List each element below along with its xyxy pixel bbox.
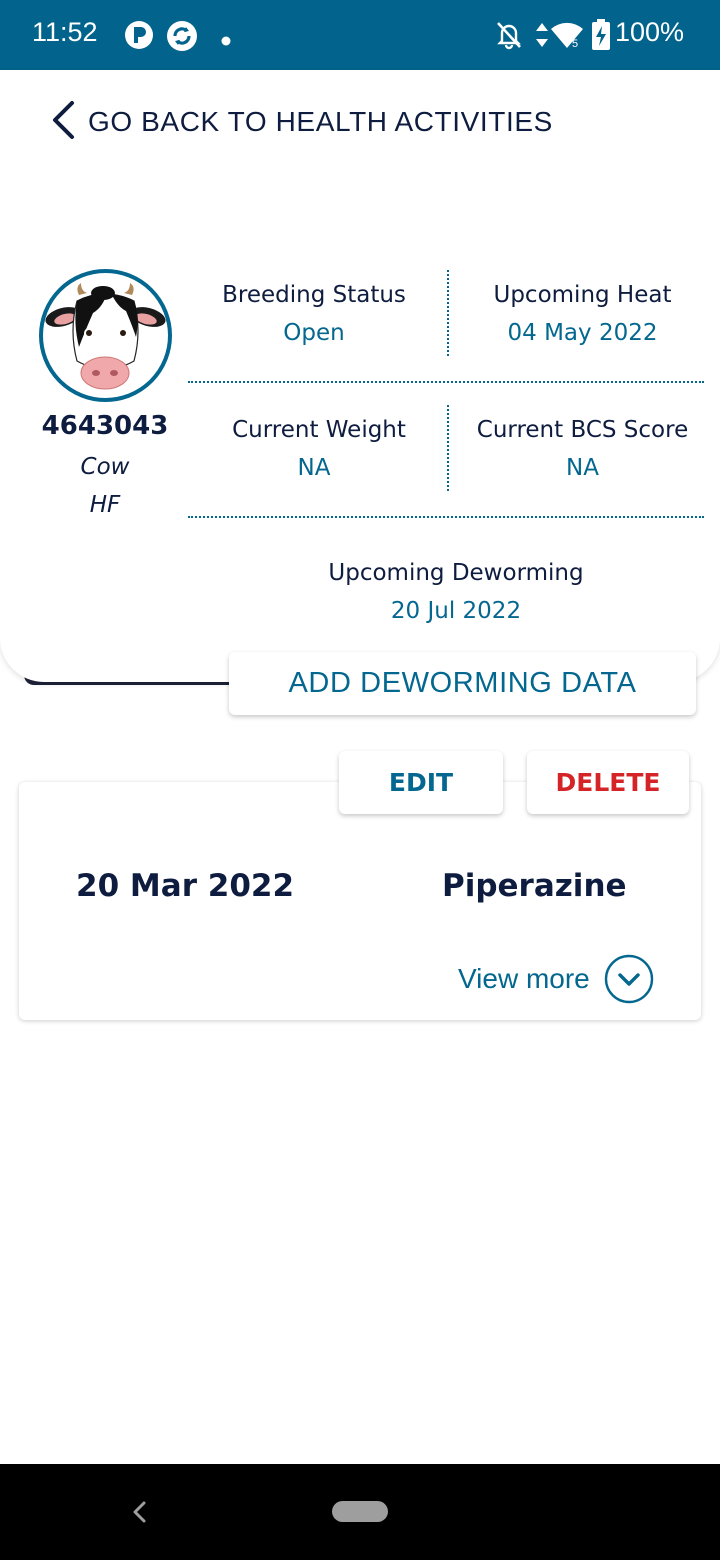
animal-id: 4643043 — [41, 411, 169, 441]
data-arrows-icon — [535, 22, 549, 52]
screen: 11:52 5 100% GO BACK TO HEALTH ACTIVITIE… — [0, 0, 720, 1560]
current-weight-label: Current Weight — [232, 417, 406, 443]
upcoming-heat-value: 04 May 2022 — [507, 320, 658, 346]
nav-home-pill[interactable] — [332, 1501, 388, 1522]
edit-button[interactable]: EDIT — [339, 751, 503, 814]
current-bcs-label: Current BCS Score — [476, 417, 689, 443]
stat-row-divider — [188, 516, 704, 518]
upcoming-heat-label: Upcoming Heat — [493, 282, 672, 308]
svg-text:5: 5 — [572, 38, 578, 50]
breeding-status-value: Open — [283, 320, 345, 346]
chevron-left-icon — [50, 100, 76, 144]
current-bcs-value: NA — [566, 455, 599, 481]
record-drug-name: Piperazine — [442, 868, 627, 904]
battery-charging-icon — [591, 19, 611, 55]
view-more-label: View more — [458, 963, 590, 994]
battery-percentage: 100% — [614, 17, 684, 47]
bell-off-icon — [495, 20, 523, 54]
upcoming-deworming-value: 20 Jul 2022 — [390, 598, 522, 624]
current-weight-value: NA — [297, 455, 331, 481]
add-deworming-data-button[interactable]: ADD DEWORMING DATA — [229, 652, 696, 715]
wifi-icon: 5 — [550, 20, 584, 54]
app-sync-icon — [166, 20, 198, 56]
cow-face-icon — [45, 283, 166, 390]
delete-button[interactable]: DELETE — [527, 751, 689, 814]
status-time: 11:52 — [32, 17, 98, 47]
back-link-label: GO BACK TO HEALTH ACTIVITIES — [88, 106, 553, 137]
animal-breed: HF — [89, 492, 121, 518]
status-bar: 11:52 5 100% — [0, 0, 720, 70]
upcoming-deworming-label: Upcoming Deworming — [328, 560, 584, 586]
back-to-health-activities-link[interactable]: GO BACK TO HEALTH ACTIVITIES — [50, 100, 553, 144]
record-date: 20 Mar 2022 — [76, 868, 295, 904]
animal-type: Cow — [80, 454, 130, 480]
animal-avatar — [39, 269, 172, 402]
stat-divider — [447, 270, 449, 356]
notification-dot-icon — [221, 31, 231, 50]
breeding-status-label: Breeding Status — [222, 282, 406, 308]
nav-back-icon[interactable] — [126, 1497, 154, 1527]
app-p-icon — [124, 20, 154, 54]
stat-divider — [447, 405, 449, 491]
chevron-down-circle-icon[interactable] — [604, 954, 654, 1004]
stat-row-divider — [188, 381, 704, 383]
view-more-toggle[interactable]: View more — [458, 954, 654, 1004]
